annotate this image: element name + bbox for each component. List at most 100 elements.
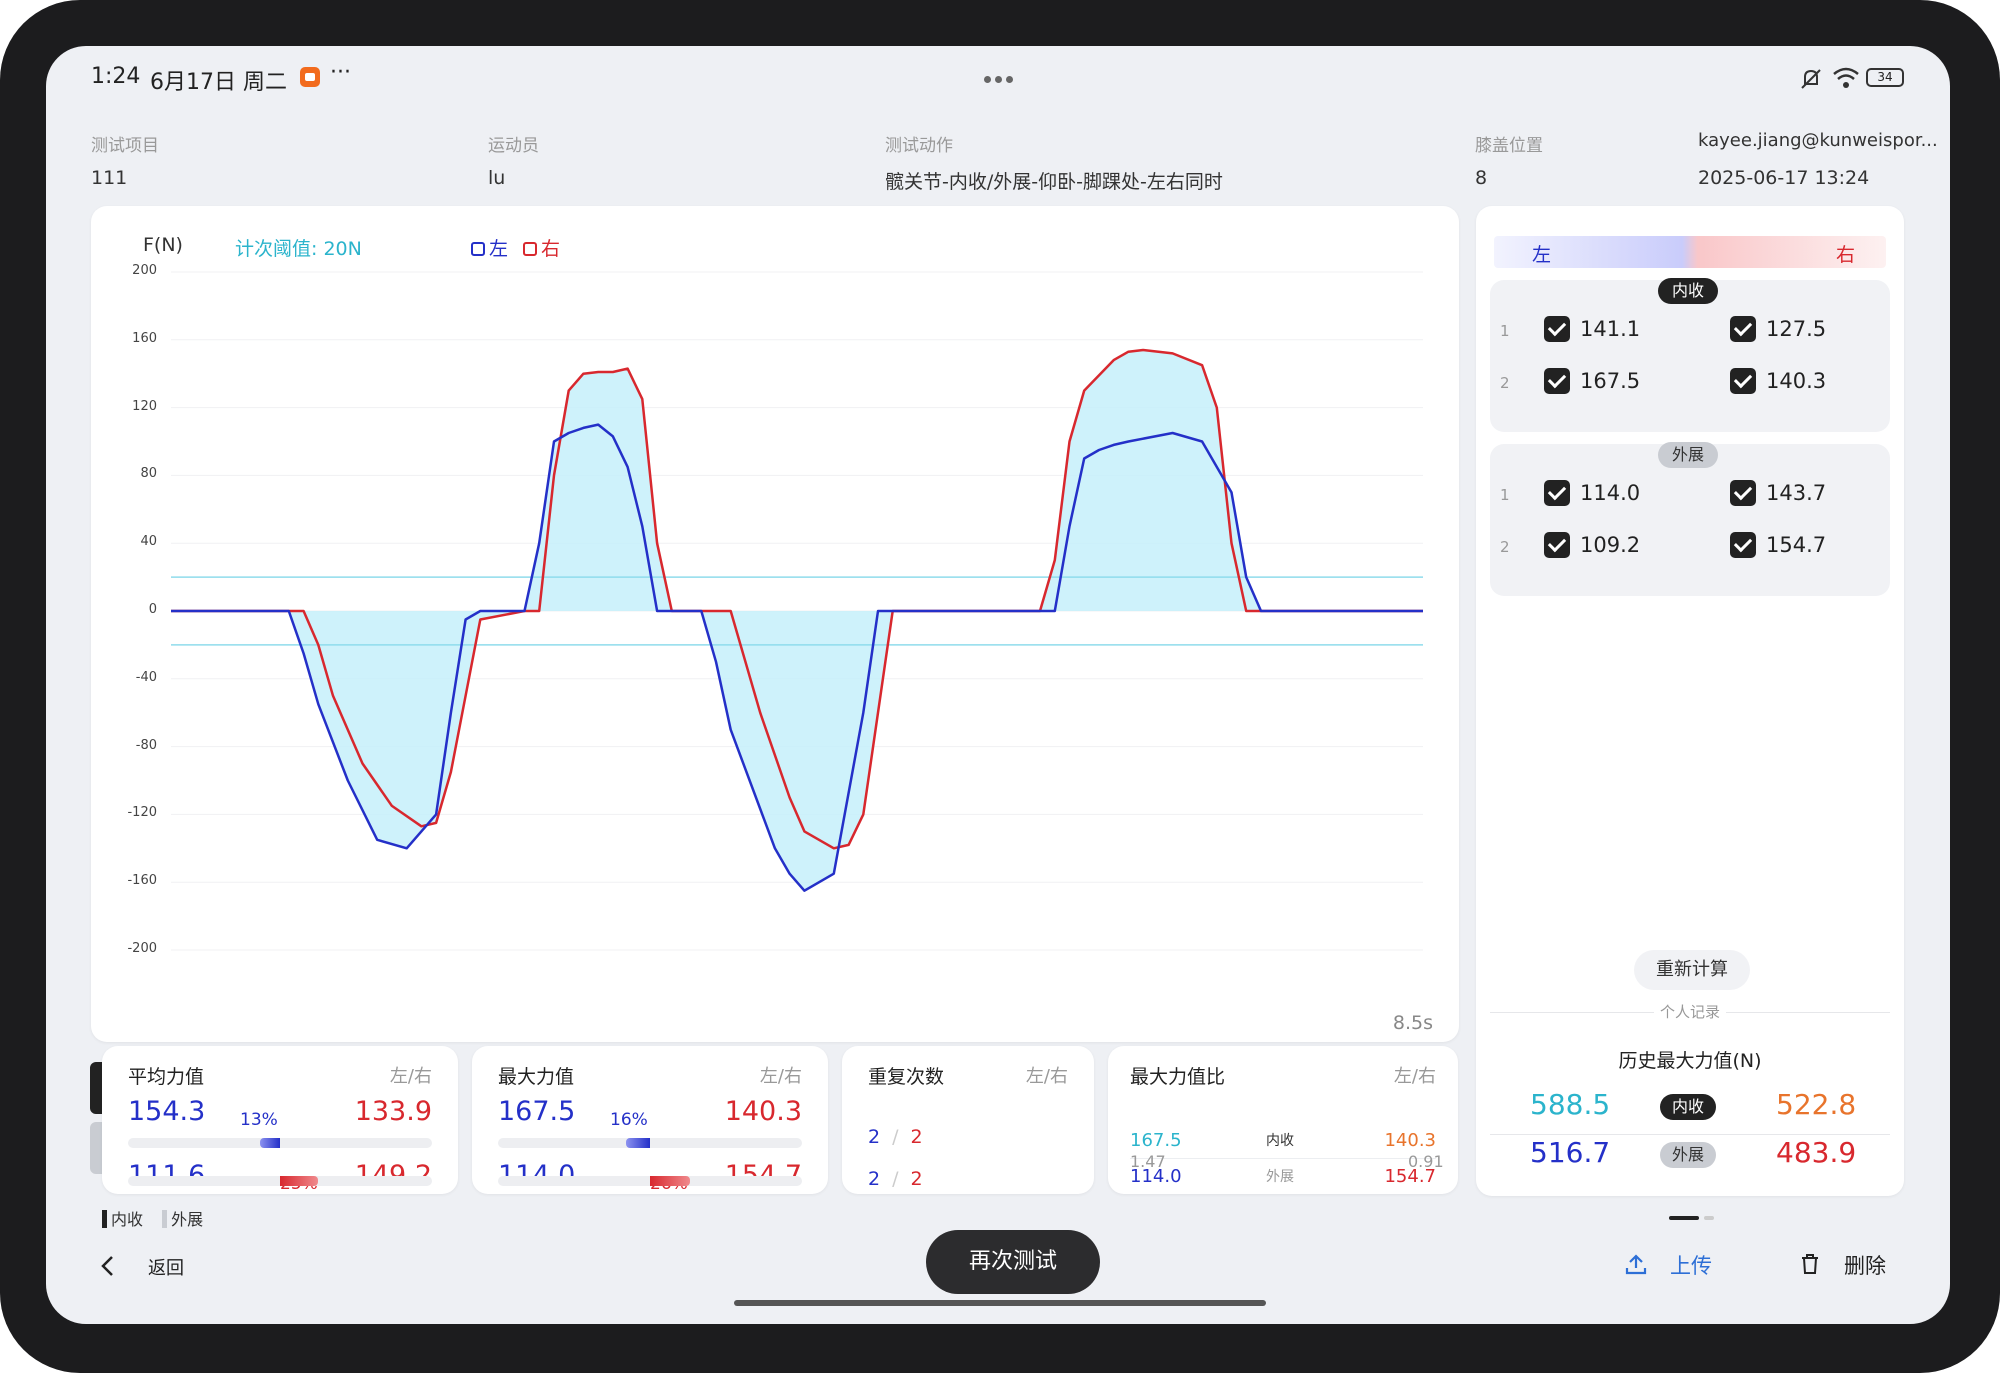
- adduction-side-tab[interactable]: [90, 1062, 102, 1114]
- checkbox-checked-icon: [1730, 480, 1756, 506]
- page-indicator-active[interactable]: [1669, 1216, 1699, 1220]
- multitask-dots-icon[interactable]: [982, 68, 1015, 87]
- account-email: kayee.jiang@kunweispor...: [1698, 130, 1938, 151]
- device-frame: 1:24 6月17日 周二 ··· 34 测试项目 111 运动员 lu 测试动…: [0, 0, 2000, 1373]
- reps-adduction: 2 / 2: [868, 1126, 923, 1148]
- test-project-value: 111: [91, 167, 128, 189]
- force-line-chart[interactable]: [91, 206, 1459, 1042]
- rep-right-checkbox[interactable]: 140.3: [1730, 368, 1826, 394]
- rep-index: 1: [1500, 322, 1510, 340]
- avg-adduction-left: 154.3: [128, 1096, 206, 1127]
- rep-left-checkbox[interactable]: 141.1: [1544, 316, 1640, 342]
- rep-left-value: 109.2: [1580, 533, 1641, 557]
- home-indicator[interactable]: [734, 1300, 1266, 1306]
- checkbox-checked-icon: [1730, 368, 1756, 394]
- ratio-adduction-left: 167.5: [1130, 1130, 1182, 1151]
- checkbox-checked-icon: [1730, 316, 1756, 342]
- upload-button[interactable]: 上传: [1624, 1244, 1724, 1284]
- max-adduction-right: 140.3: [724, 1096, 802, 1127]
- avg-adduction-right: 133.9: [354, 1096, 432, 1127]
- rep-left-checkbox[interactable]: 167.5: [1544, 368, 1640, 394]
- max-ratio-card: 最大力值比 左/右 167.5 内收 140.3 114.0 外展 154.7: [1108, 1046, 1458, 1194]
- history-abduction-tag: 外展: [1660, 1142, 1716, 1168]
- ratio-left-value: 1.47: [1130, 1152, 1166, 1171]
- notification-app-icon: [300, 67, 320, 87]
- knee-position-label: 膝盖位置: [1475, 136, 1543, 156]
- history-max-title: 历史最大力值(N): [1618, 1050, 1762, 1072]
- rep-left-checkbox[interactable]: 109.2: [1544, 532, 1640, 558]
- rep-right-checkbox[interactable]: 154.7: [1730, 532, 1826, 558]
- test-action-label: 测试动作: [885, 136, 953, 156]
- personal-record-wrap: 个人记录: [1476, 1001, 1904, 1022]
- delete-label: 删除: [1844, 1254, 1886, 1278]
- history-adduction-tag: 内收: [1660, 1094, 1716, 1120]
- back-label: 返回: [148, 1258, 184, 1279]
- upload-icon: [1625, 1254, 1647, 1275]
- reps-abduction: 2 / 2: [868, 1168, 923, 1190]
- reps-separator: /: [892, 1126, 899, 1148]
- status-date: 6月17日 周二: [150, 70, 287, 95]
- retest-button[interactable]: 再次测试: [926, 1230, 1100, 1294]
- rep-index: 1: [1500, 486, 1510, 504]
- max-abduction-bar-fill: [650, 1176, 690, 1186]
- rep-right-checkbox[interactable]: 127.5: [1730, 316, 1826, 342]
- max-force-title: 最大力值: [498, 1066, 575, 1088]
- status-time: 1:24: [91, 64, 141, 89]
- delete-button[interactable]: 删除: [1798, 1244, 1898, 1284]
- history-adduction-right: 522.8: [1776, 1088, 1857, 1121]
- ratio-adduction-right: 140.3: [1384, 1130, 1436, 1151]
- reps-abduction-right: 2: [910, 1168, 923, 1190]
- status-more: ···: [330, 60, 351, 85]
- rep-left-value: 141.1: [1580, 317, 1641, 341]
- battery-level: 34: [1877, 70, 1893, 84]
- bottom-legend: 内收 外展: [102, 1206, 203, 1230]
- rep-left-checkbox[interactable]: 114.0: [1544, 480, 1640, 506]
- max-adduction-bar-fill: [625, 1138, 650, 1148]
- abduction-tag: 外展: [1658, 442, 1718, 468]
- reps-abduction-left: 2: [868, 1168, 881, 1190]
- abduction-legend-label: 外展: [171, 1210, 204, 1229]
- panel-right-label: 右: [1836, 244, 1856, 266]
- abduction-side-tab[interactable]: [90, 1122, 102, 1174]
- athlete-value: lu: [488, 167, 506, 189]
- reps-card: 重复次数 左/右 2 / 2 2 / 2: [842, 1046, 1094, 1194]
- test-datetime: 2025-06-17 13:24: [1698, 167, 1870, 189]
- rep-right-value: 140.3: [1766, 369, 1827, 393]
- reps-lr: 左/右: [1025, 1066, 1068, 1087]
- abduction-group: 外展 1 114.0 143.7 2 109.2 154.7: [1490, 442, 1890, 596]
- right-panel: 左 右 内收 1 141.1 127.5 2 167.5 140.3 外展 1 …: [1476, 206, 1904, 1220]
- page-indicator[interactable]: [1704, 1216, 1714, 1220]
- back-button[interactable]: 返回: [98, 1246, 218, 1286]
- rep-right-checkbox[interactable]: 143.7: [1730, 480, 1826, 506]
- ratio-adduction-tag: 内收: [1266, 1133, 1294, 1149]
- recalculate-button[interactable]: 重新计算: [1634, 950, 1750, 990]
- history-abduction-right: 483.9: [1776, 1136, 1857, 1169]
- checkbox-checked-icon: [1730, 532, 1756, 558]
- knee-position-value: 8: [1475, 167, 1488, 189]
- checkbox-checked-icon: [1544, 316, 1570, 342]
- avg-adduction-bar: [128, 1138, 432, 1148]
- ratio-title: 最大力值比: [1130, 1066, 1226, 1088]
- panel-left-label: 左: [1532, 244, 1552, 266]
- checkbox-checked-icon: [1544, 532, 1570, 558]
- chart-area-fill: [171, 350, 1423, 891]
- test-project-label: 测试项目: [91, 136, 159, 156]
- abduction-legend-swatch-icon: [162, 1210, 168, 1228]
- battery-icon: 34: [1866, 68, 1904, 87]
- ratio-lr: 左/右: [1393, 1066, 1436, 1087]
- personal-record-label: 个人记录: [1653, 1003, 1726, 1021]
- reps-title: 重复次数: [868, 1066, 945, 1088]
- adduction-legend-swatch-icon: [102, 1210, 107, 1228]
- mute-bell-icon: [1801, 69, 1821, 89]
- chart-duration: 8.5s: [1392, 1012, 1433, 1034]
- checkbox-checked-icon: [1544, 480, 1570, 506]
- trash-icon: [1802, 1254, 1818, 1274]
- avg-force-title: 平均力值: [128, 1066, 205, 1088]
- max-adduction-bar: [498, 1138, 802, 1148]
- rep-left-value: 167.5: [1580, 369, 1641, 393]
- divider: [1490, 1134, 1890, 1135]
- force-chart-card: F(N) 计次阈值: 20N 左 右 200 160 120 80 40 0 -40 -80-…: [91, 206, 1459, 1042]
- rep-right-value: 154.7: [1766, 533, 1827, 557]
- adduction-legend-label: 内收: [111, 1210, 144, 1229]
- checkbox-checked-icon: [1544, 368, 1570, 394]
